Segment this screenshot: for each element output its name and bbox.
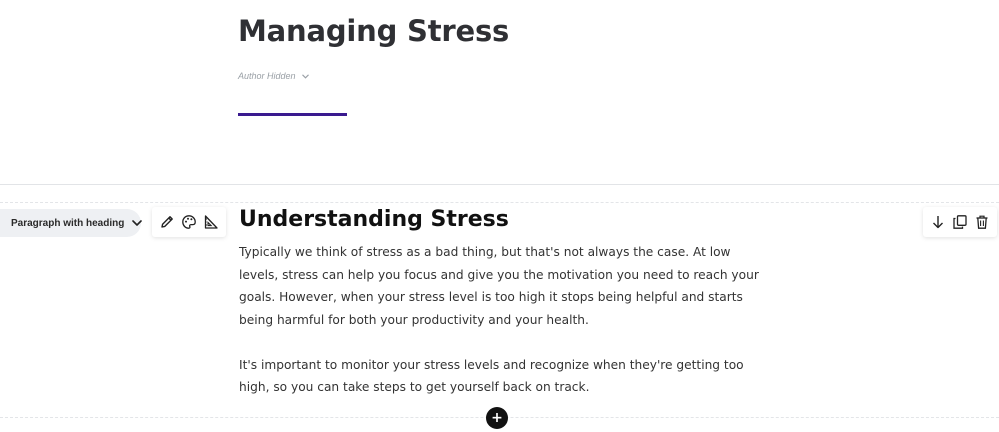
set-square-icon[interactable] (202, 213, 220, 231)
add-block-button[interactable]: + (486, 407, 508, 429)
header-divider (0, 184, 999, 185)
title-accent-bar (238, 113, 347, 116)
block-style-toolbar (152, 207, 226, 237)
block-heading[interactable]: Understanding Stress (239, 207, 509, 232)
arrow-down-icon[interactable] (929, 213, 947, 231)
author-dropdown[interactable]: Author Hidden (238, 71, 309, 81)
chevron-down-icon (301, 73, 309, 79)
chevron-down-icon (132, 220, 143, 226)
block-type-label: Paragraph with heading (11, 217, 125, 229)
lesson-title[interactable]: Managing Stress (238, 14, 509, 48)
block-top-border (0, 202, 999, 203)
paragraph[interactable]: It's important to monitor your stress le… (239, 354, 759, 399)
duplicate-icon[interactable] (951, 213, 969, 231)
lesson-editor: Managing Stress Author Hidden Paragraph … (0, 0, 999, 432)
paragraph[interactable]: Typically we think of stress as a bad th… (239, 241, 759, 331)
block-type-dropdown[interactable]: Paragraph with heading (0, 209, 143, 237)
palette-icon[interactable] (180, 213, 198, 231)
plus-icon: + (491, 409, 503, 426)
author-label: Author Hidden (238, 71, 296, 81)
trash-icon[interactable] (973, 213, 991, 231)
block-body[interactable]: Typically we think of stress as a bad th… (239, 241, 759, 421)
pencil-icon[interactable] (158, 213, 176, 231)
block-actions-toolbar (923, 207, 997, 237)
